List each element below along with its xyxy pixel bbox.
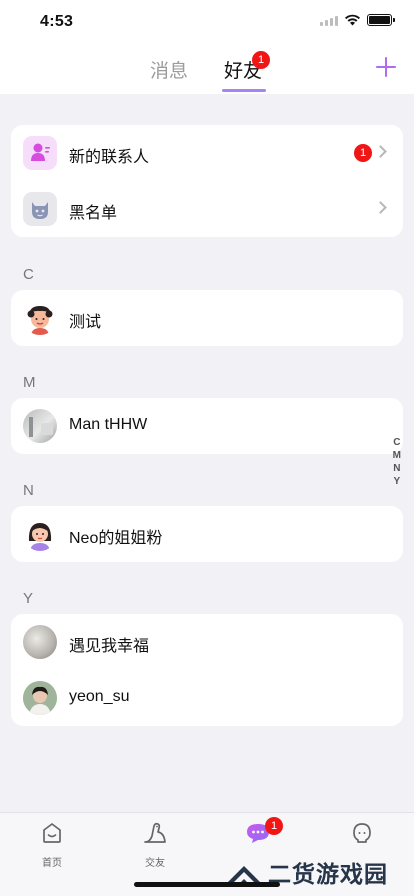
contacts-card-m: Man tHHW (11, 398, 403, 454)
contacts-card-y: 遇见我幸福 yeon_su (11, 614, 403, 726)
section-header-m: M (23, 374, 36, 391)
new-contacts-label: 新的联系人 (69, 149, 150, 166)
tab-me[interactable] (332, 821, 392, 850)
index-letter[interactable]: C (393, 437, 400, 449)
special-contacts-card: 新的联系人 1 黑名单 (11, 125, 403, 237)
blacklist-label: 黑名单 (69, 205, 118, 222)
chevron-right-icon (374, 201, 387, 214)
contacts-card-c: 测试 (11, 290, 403, 346)
contacts-card-n: Neo的姐姐粉 (11, 506, 403, 562)
avatar (23, 301, 57, 335)
contact-name: 测试 (69, 314, 102, 331)
index-letter[interactable]: M (393, 450, 401, 462)
contact-row[interactable]: Man tHHW (11, 398, 403, 454)
tab-messages[interactable]: 消息 (150, 56, 188, 83)
alphabet-index[interactable]: C M N Y (393, 437, 401, 488)
signal-icon (320, 15, 338, 26)
add-friend-button[interactable] (375, 56, 397, 78)
contact-name: Neo的姐姐粉 (69, 530, 163, 547)
avatar (23, 681, 57, 715)
section-header-y: Y (23, 590, 34, 607)
person-icon (353, 823, 371, 843)
new-contacts-badge: 1 (354, 144, 372, 162)
contact-row[interactable]: yeon_su (11, 670, 403, 726)
chevron-right-icon (374, 145, 387, 158)
avatar (23, 517, 57, 551)
wifi-icon (345, 14, 360, 26)
status-time: 4:53 (40, 13, 74, 30)
index-letter[interactable]: N (393, 463, 400, 475)
blacklist-row[interactable]: 黑名单 (11, 181, 403, 237)
contact-name: 遇见我幸福 (69, 638, 150, 655)
section-header-c: C (23, 266, 34, 283)
tab-social[interactable]: 交友 (125, 821, 185, 869)
contact-row[interactable]: 遇见我幸福 (11, 614, 403, 670)
status-icons (320, 14, 395, 26)
index-letter[interactable]: Y (393, 476, 400, 488)
contact-row[interactable]: 测试 (11, 290, 403, 346)
dinosaur-icon (144, 822, 166, 843)
avatar (23, 625, 57, 659)
avatar (23, 409, 57, 443)
home-indicator (134, 882, 280, 887)
contact-name: yeon_su (69, 688, 130, 705)
active-tab-indicator (222, 89, 266, 92)
new-contacts-row[interactable]: 新的联系人 1 (11, 125, 403, 181)
section-header-n: N (23, 482, 34, 499)
chat-tab-badge: 1 (265, 817, 283, 835)
contact-name: Man tHHW (69, 416, 148, 433)
contact-row[interactable]: Neo的姐姐粉 (11, 506, 403, 562)
friends-tab-badge: 1 (252, 51, 270, 69)
battery-icon (367, 14, 395, 26)
home-face-icon (43, 823, 61, 843)
tab-social-label: 交友 (145, 858, 165, 869)
new-contact-icon (23, 136, 57, 170)
tab-home[interactable]: 首页 (22, 821, 82, 869)
top-nav: 消息 好友 1 (0, 44, 414, 94)
status-bar: 4:53 (0, 0, 414, 44)
tab-home-label: 首页 (42, 858, 62, 869)
tab-chat[interactable]: 1 (228, 817, 288, 850)
blacklist-devil-icon (23, 192, 57, 226)
watermark-text: 二货游戏园 (268, 861, 388, 887)
